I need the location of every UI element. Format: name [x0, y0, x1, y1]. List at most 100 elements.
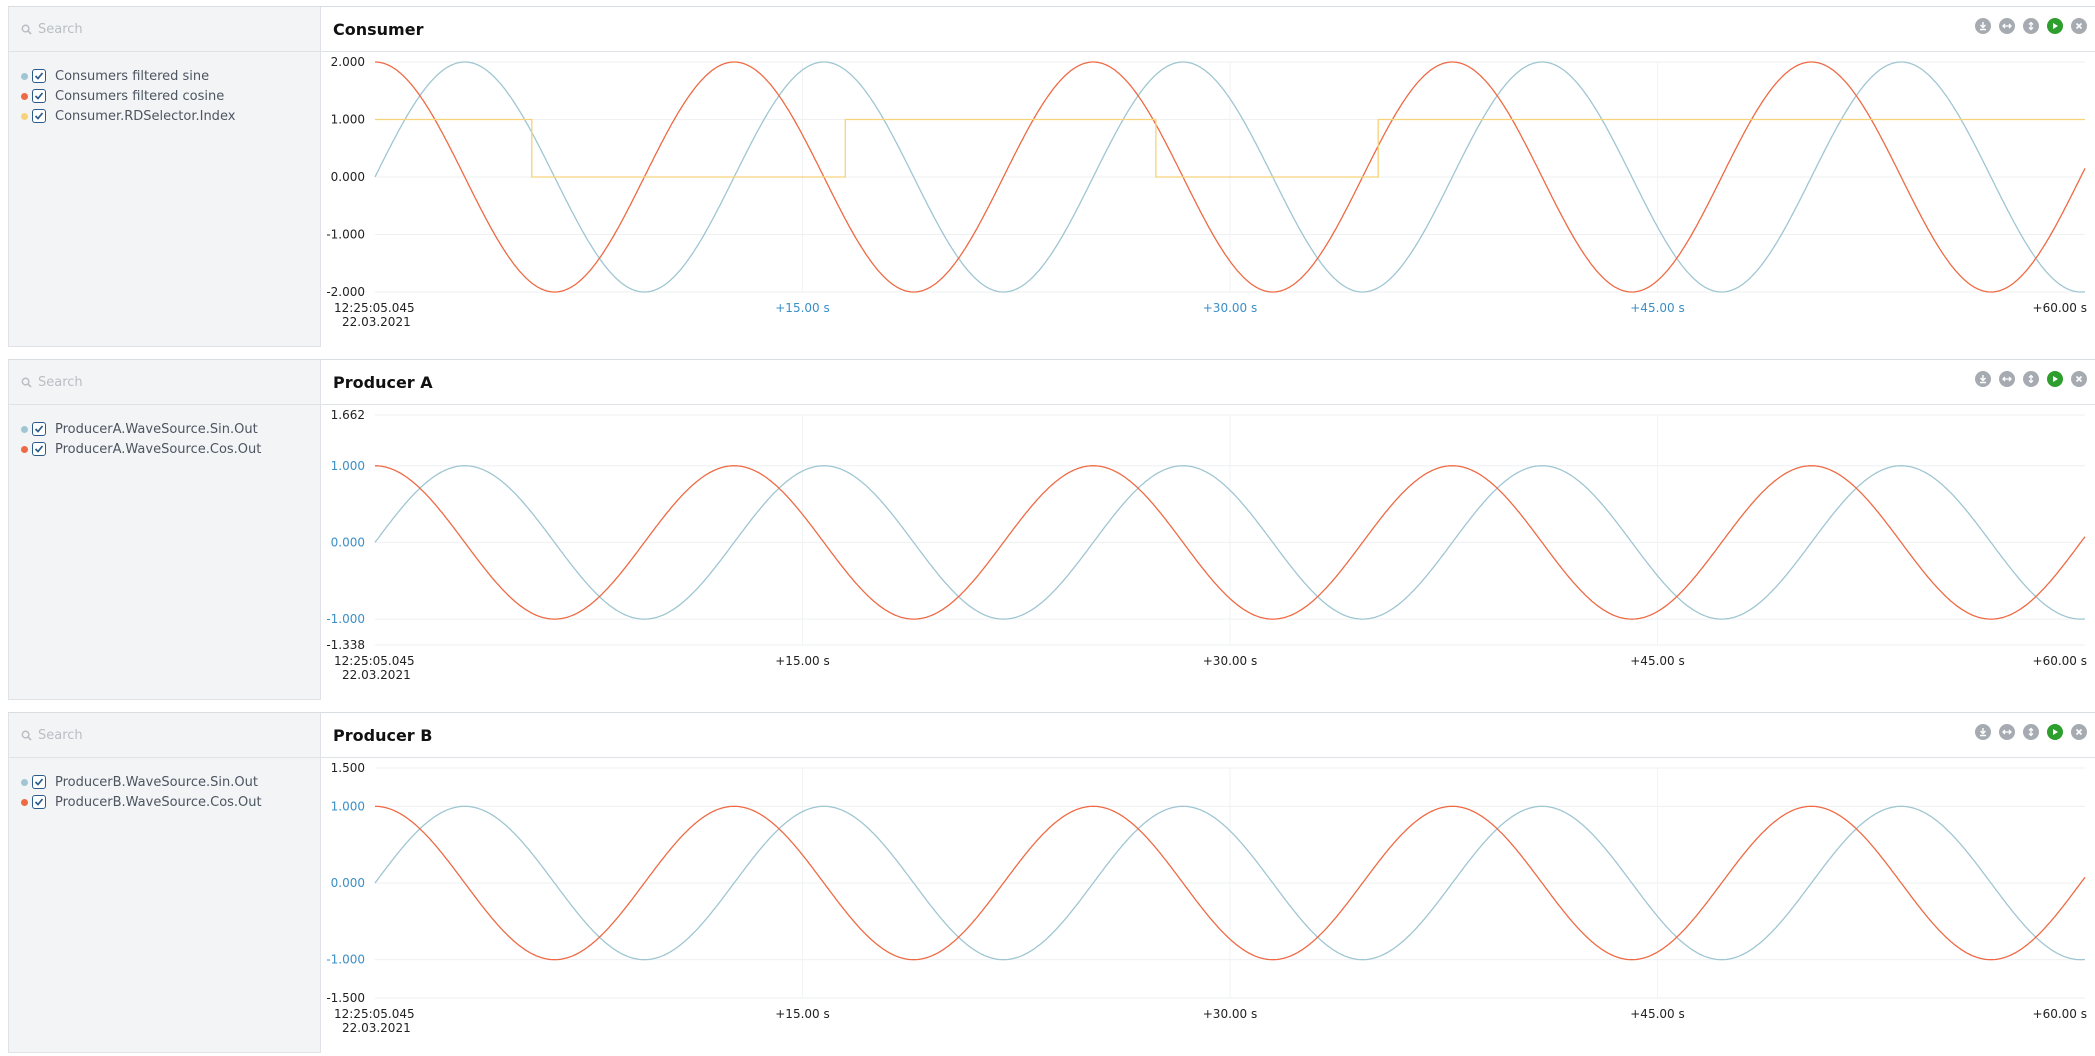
- close-icon[interactable]: [2071, 18, 2087, 34]
- chart-header: Producer B: [320, 713, 2095, 758]
- x-tick-label: +60.00 s: [2033, 301, 2087, 315]
- series-color-dot: [21, 445, 28, 453]
- checkmark-icon: [34, 112, 44, 120]
- series-color-dot: [21, 112, 28, 120]
- x-start-date: 22.03.2021: [342, 668, 411, 682]
- x-start-time: 12:25:05.045: [334, 301, 415, 315]
- series-label: ProducerA.WaveSource.Sin.Out: [55, 421, 258, 437]
- chart-toolbar: [1975, 18, 2087, 34]
- link-icon[interactable]: [1999, 371, 2015, 387]
- x-tick-label: +60.00 s: [2033, 1007, 2087, 1021]
- legend-sidebar: Search ProducerB.WaveSource.Sin.Out Prod…: [8, 713, 321, 1053]
- series-label: Consumer.RDSelector.Index: [55, 108, 236, 124]
- series-label: Consumers filtered sine: [55, 68, 210, 84]
- y-tick-label: 0.000: [331, 170, 365, 184]
- chart-toolbar: [1975, 371, 2087, 387]
- search-input[interactable]: Search: [9, 360, 320, 405]
- checkmark-icon: [34, 798, 44, 806]
- search-icon: [21, 24, 32, 35]
- series-checkbox[interactable]: [32, 442, 46, 456]
- info-icon[interactable]: [2023, 724, 2039, 740]
- search-placeholder: Search: [38, 21, 83, 37]
- series-color-dot: [21, 778, 28, 786]
- chart-title: Consumer: [333, 19, 424, 39]
- chart-title: Producer A: [333, 372, 433, 392]
- y-tick-label: 1.500: [331, 761, 365, 775]
- search-input[interactable]: Search: [9, 713, 320, 758]
- chart-area: Producer A 1.662 1.000 0.000 -1.000 -1.338 12…: [320, 360, 2095, 700]
- legend-item[interactable]: ProducerB.WaveSource.Sin.Out: [9, 772, 320, 792]
- chart-panel-producer-b: Search ProducerB.WaveSource.Sin.Out Prod…: [8, 712, 2095, 1053]
- x-tick-label: +30.00 s: [1203, 301, 1257, 315]
- close-icon[interactable]: [2071, 371, 2087, 387]
- y-tick-label: 2.000: [331, 55, 365, 69]
- x-tick-label: +45.00 s: [1630, 654, 1684, 668]
- checkmark-icon: [34, 445, 44, 453]
- search-icon: [21, 377, 32, 388]
- link-icon[interactable]: [1999, 18, 2015, 34]
- chart-title: Producer B: [333, 725, 433, 745]
- y-tick-label: -1.000: [326, 953, 365, 967]
- x-tick-label: +30.00 s: [1203, 654, 1257, 668]
- series-label: Consumers filtered cosine: [55, 88, 225, 104]
- checkmark-icon: [34, 425, 44, 433]
- chart-area: Consumer 2.000 1.000 0.000 -1.000 -2.000 12:2…: [320, 7, 2095, 347]
- line-chart[interactable]: 1.662 1.000 0.000 -1.000 -1.338 12:25:05.0452…: [320, 405, 2095, 700]
- series-checkbox[interactable]: [32, 69, 46, 83]
- y-tick-label: -1.000: [326, 228, 365, 242]
- play-icon[interactable]: [2047, 371, 2063, 387]
- chart-area: Producer B 1.500 1.000 0.000 -1.000 -1.500 12…: [320, 713, 2095, 1053]
- search-input[interactable]: Search: [9, 7, 320, 52]
- series-checkbox[interactable]: [32, 109, 46, 123]
- y-tick-label: 0.000: [331, 535, 365, 549]
- legend-item[interactable]: ProducerB.WaveSource.Cos.Out: [9, 792, 320, 812]
- y-tick-label: 1.000: [331, 799, 365, 813]
- x-start-date: 22.03.2021: [342, 1021, 411, 1035]
- series-checkbox[interactable]: [32, 795, 46, 809]
- download-icon[interactable]: [1975, 18, 1991, 34]
- x-tick-label: +15.00 s: [775, 1007, 829, 1021]
- x-start-time: 12:25:05.045: [334, 1007, 415, 1021]
- series-color-dot: [21, 72, 28, 80]
- info-icon[interactable]: [2023, 371, 2039, 387]
- legend-list: ProducerB.WaveSource.Sin.Out ProducerB.W…: [9, 758, 320, 812]
- series-checkbox[interactable]: [32, 89, 46, 103]
- legend-sidebar: Search Consumers filtered sine Consumers…: [8, 7, 321, 347]
- checkmark-icon: [34, 72, 44, 80]
- line-chart[interactable]: 2.000 1.000 0.000 -1.000 -2.000 12:25:05.0452…: [320, 52, 2095, 347]
- y-tick-label: 1.662: [331, 408, 365, 422]
- download-icon[interactable]: [1975, 371, 1991, 387]
- y-tick-label: 1.000: [331, 113, 365, 127]
- download-icon[interactable]: [1975, 724, 1991, 740]
- series-label: ProducerB.WaveSource.Cos.Out: [55, 794, 262, 810]
- chart-panel-producer-a: Search ProducerA.WaveSource.Sin.Out Prod…: [8, 359, 2095, 700]
- play-icon[interactable]: [2047, 724, 2063, 740]
- legend-item[interactable]: Consumer.RDSelector.Index: [9, 106, 320, 126]
- legend-item[interactable]: Consumers filtered cosine: [9, 86, 320, 106]
- series-checkbox[interactable]: [32, 775, 46, 789]
- search-placeholder: Search: [38, 727, 83, 743]
- line-chart[interactable]: 1.500 1.000 0.000 -1.000 -1.500 12:25:05.0452…: [320, 758, 2095, 1053]
- search-placeholder: Search: [38, 374, 83, 390]
- x-tick-label: +60.00 s: [2033, 654, 2087, 668]
- x-tick-label: +45.00 s: [1630, 301, 1684, 315]
- checkmark-icon: [34, 92, 44, 100]
- y-tick-label: -1.000: [326, 612, 365, 626]
- legend-item[interactable]: ProducerA.WaveSource.Cos.Out: [9, 439, 320, 459]
- legend-item[interactable]: Consumers filtered sine: [9, 66, 320, 86]
- close-icon[interactable]: [2071, 724, 2087, 740]
- play-icon[interactable]: [2047, 18, 2063, 34]
- legend-sidebar: Search ProducerA.WaveSource.Sin.Out Prod…: [8, 360, 321, 700]
- y-tick-label: -2.000: [326, 285, 365, 299]
- chart-header: Producer A: [320, 360, 2095, 405]
- x-start-date: 22.03.2021: [342, 315, 411, 329]
- x-tick-label: +15.00 s: [775, 654, 829, 668]
- series-color-dot: [21, 425, 28, 433]
- x-start-time: 12:25:05.045: [334, 654, 415, 668]
- info-icon[interactable]: [2023, 18, 2039, 34]
- series-color-dot: [21, 798, 28, 806]
- series-checkbox[interactable]: [32, 422, 46, 436]
- x-tick-label: +30.00 s: [1203, 1007, 1257, 1021]
- legend-item[interactable]: ProducerA.WaveSource.Sin.Out: [9, 419, 320, 439]
- link-icon[interactable]: [1999, 724, 2015, 740]
